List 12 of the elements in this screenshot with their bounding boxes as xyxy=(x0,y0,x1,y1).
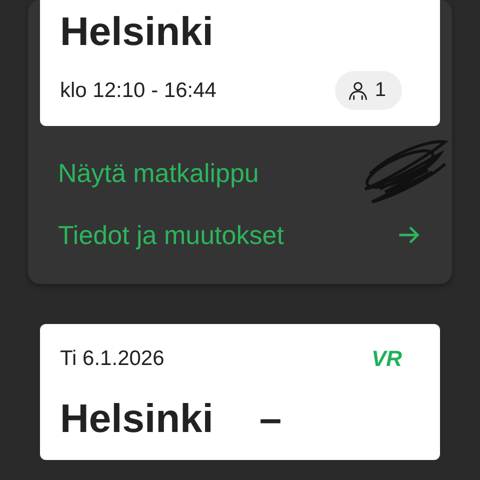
vr-logo: VR xyxy=(371,346,402,372)
route-title: Helsinki xyxy=(60,396,214,443)
trip-time: klo 12:10 - 16:44 xyxy=(60,78,216,102)
person-icon xyxy=(346,80,369,102)
route-title: Helsinki xyxy=(60,9,214,56)
passenger-count: 1 xyxy=(334,71,402,110)
action-link[interactable]: Tiedot ja muutokset xyxy=(58,204,422,266)
ticket-card[interactable]: Ti 6.1.2026 VR Helsinki – xyxy=(40,324,440,460)
action-link[interactable]: Näytä matkalippu xyxy=(58,142,422,204)
trip-date: Ti 6.1.2026 xyxy=(60,347,164,371)
route-title: – xyxy=(259,396,282,443)
ticket-card[interactable]: Helsinki klo 12:10 - 16:44 1 xyxy=(40,0,440,126)
